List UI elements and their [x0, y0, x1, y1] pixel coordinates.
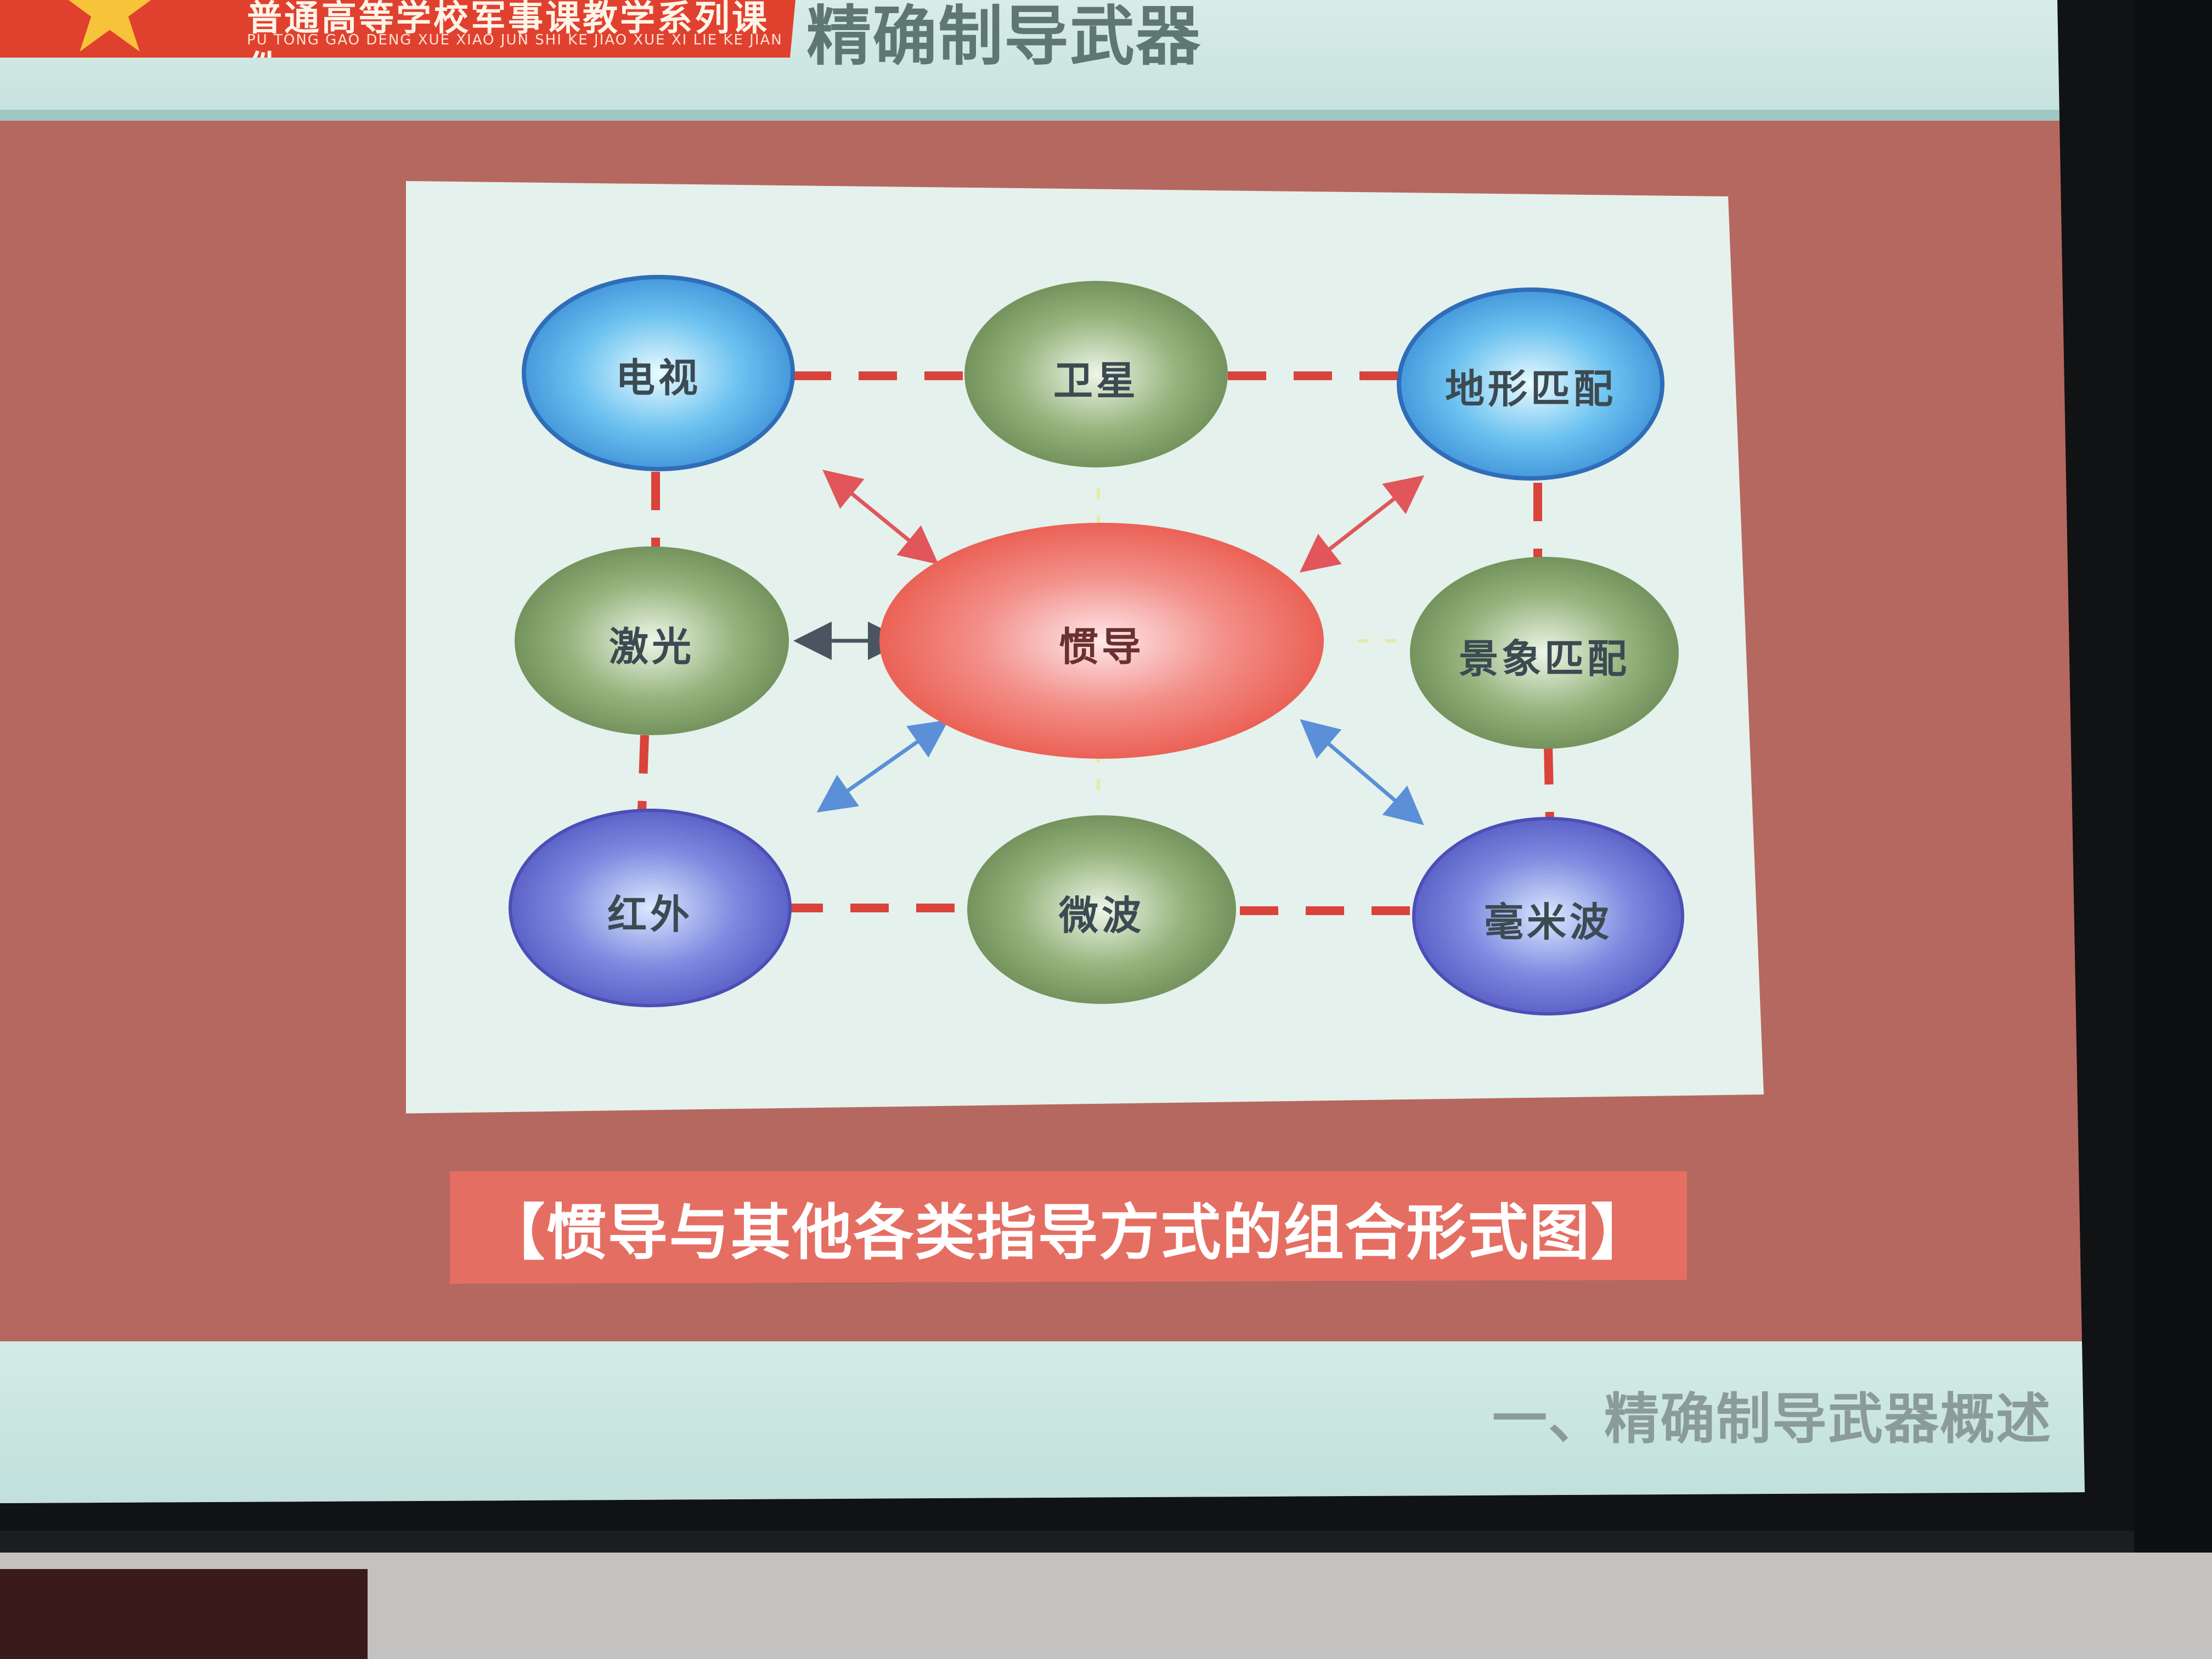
node-label-scene: 景象匹配	[1458, 635, 1630, 682]
arrow-tv-center	[822, 470, 939, 565]
figure-panel: 电视 卫星 地形匹配 激光 惯导 景象匹配 红外 微波 毫米波	[406, 181, 1764, 1114]
link-laser-infrared	[637, 735, 649, 811]
link-scene-mmwave	[1544, 746, 1554, 822]
node-label-infrared: 红外	[607, 891, 693, 938]
node-label-laser: 激光	[608, 623, 695, 670]
header-red-band: ★ 普通高等学校军事课教学系列课件 PU TONG GAO DENG XUE X…	[0, 0, 795, 58]
section-title: 一、精确制导武器概述	[1492, 1387, 2052, 1451]
chalkboard-edge	[2134, 0, 2212, 1553]
figure-caption: 【惯导与其他各类指导方式的组合形式图】	[484, 1198, 1652, 1268]
node-label-terrain: 地形匹配	[1444, 365, 1616, 412]
node-label-tv: 电视	[615, 354, 701, 401]
course-pinyin: PU TONG GAO DENG XUE XIAO JUN SHI KE JIA…	[247, 32, 783, 48]
room-dark-corner	[0, 1569, 368, 1659]
arrow-infrared-center	[816, 719, 949, 813]
arrow-mmwave-center	[1300, 719, 1424, 826]
slide-footer: 一、精确制导武器概述	[0, 1341, 2085, 1503]
node-label-satellite: 卫星	[1053, 357, 1139, 404]
node-label-inertial: 惯导	[1058, 623, 1144, 670]
slide-header: ★ 普通高等学校军事课教学系列课件 PU TONG GAO DENG XUE X…	[0, 0, 2063, 121]
arrow-terrain-center	[1299, 475, 1425, 573]
projected-slide: ★ 普通高等学校军事课教学系列课件 PU TONG GAO DENG XUE X…	[0, 0, 2085, 1503]
node-label-mmwave: 毫米波	[1483, 899, 1612, 945]
star-emblem-icon: ★	[53, 0, 167, 81]
caption-bar: 【惯导与其他各类指导方式的组合形式图】	[450, 1171, 1687, 1284]
slide-title: 精确制导武器	[806, 0, 1202, 74]
node-label-microwave: 微波	[1058, 892, 1144, 939]
